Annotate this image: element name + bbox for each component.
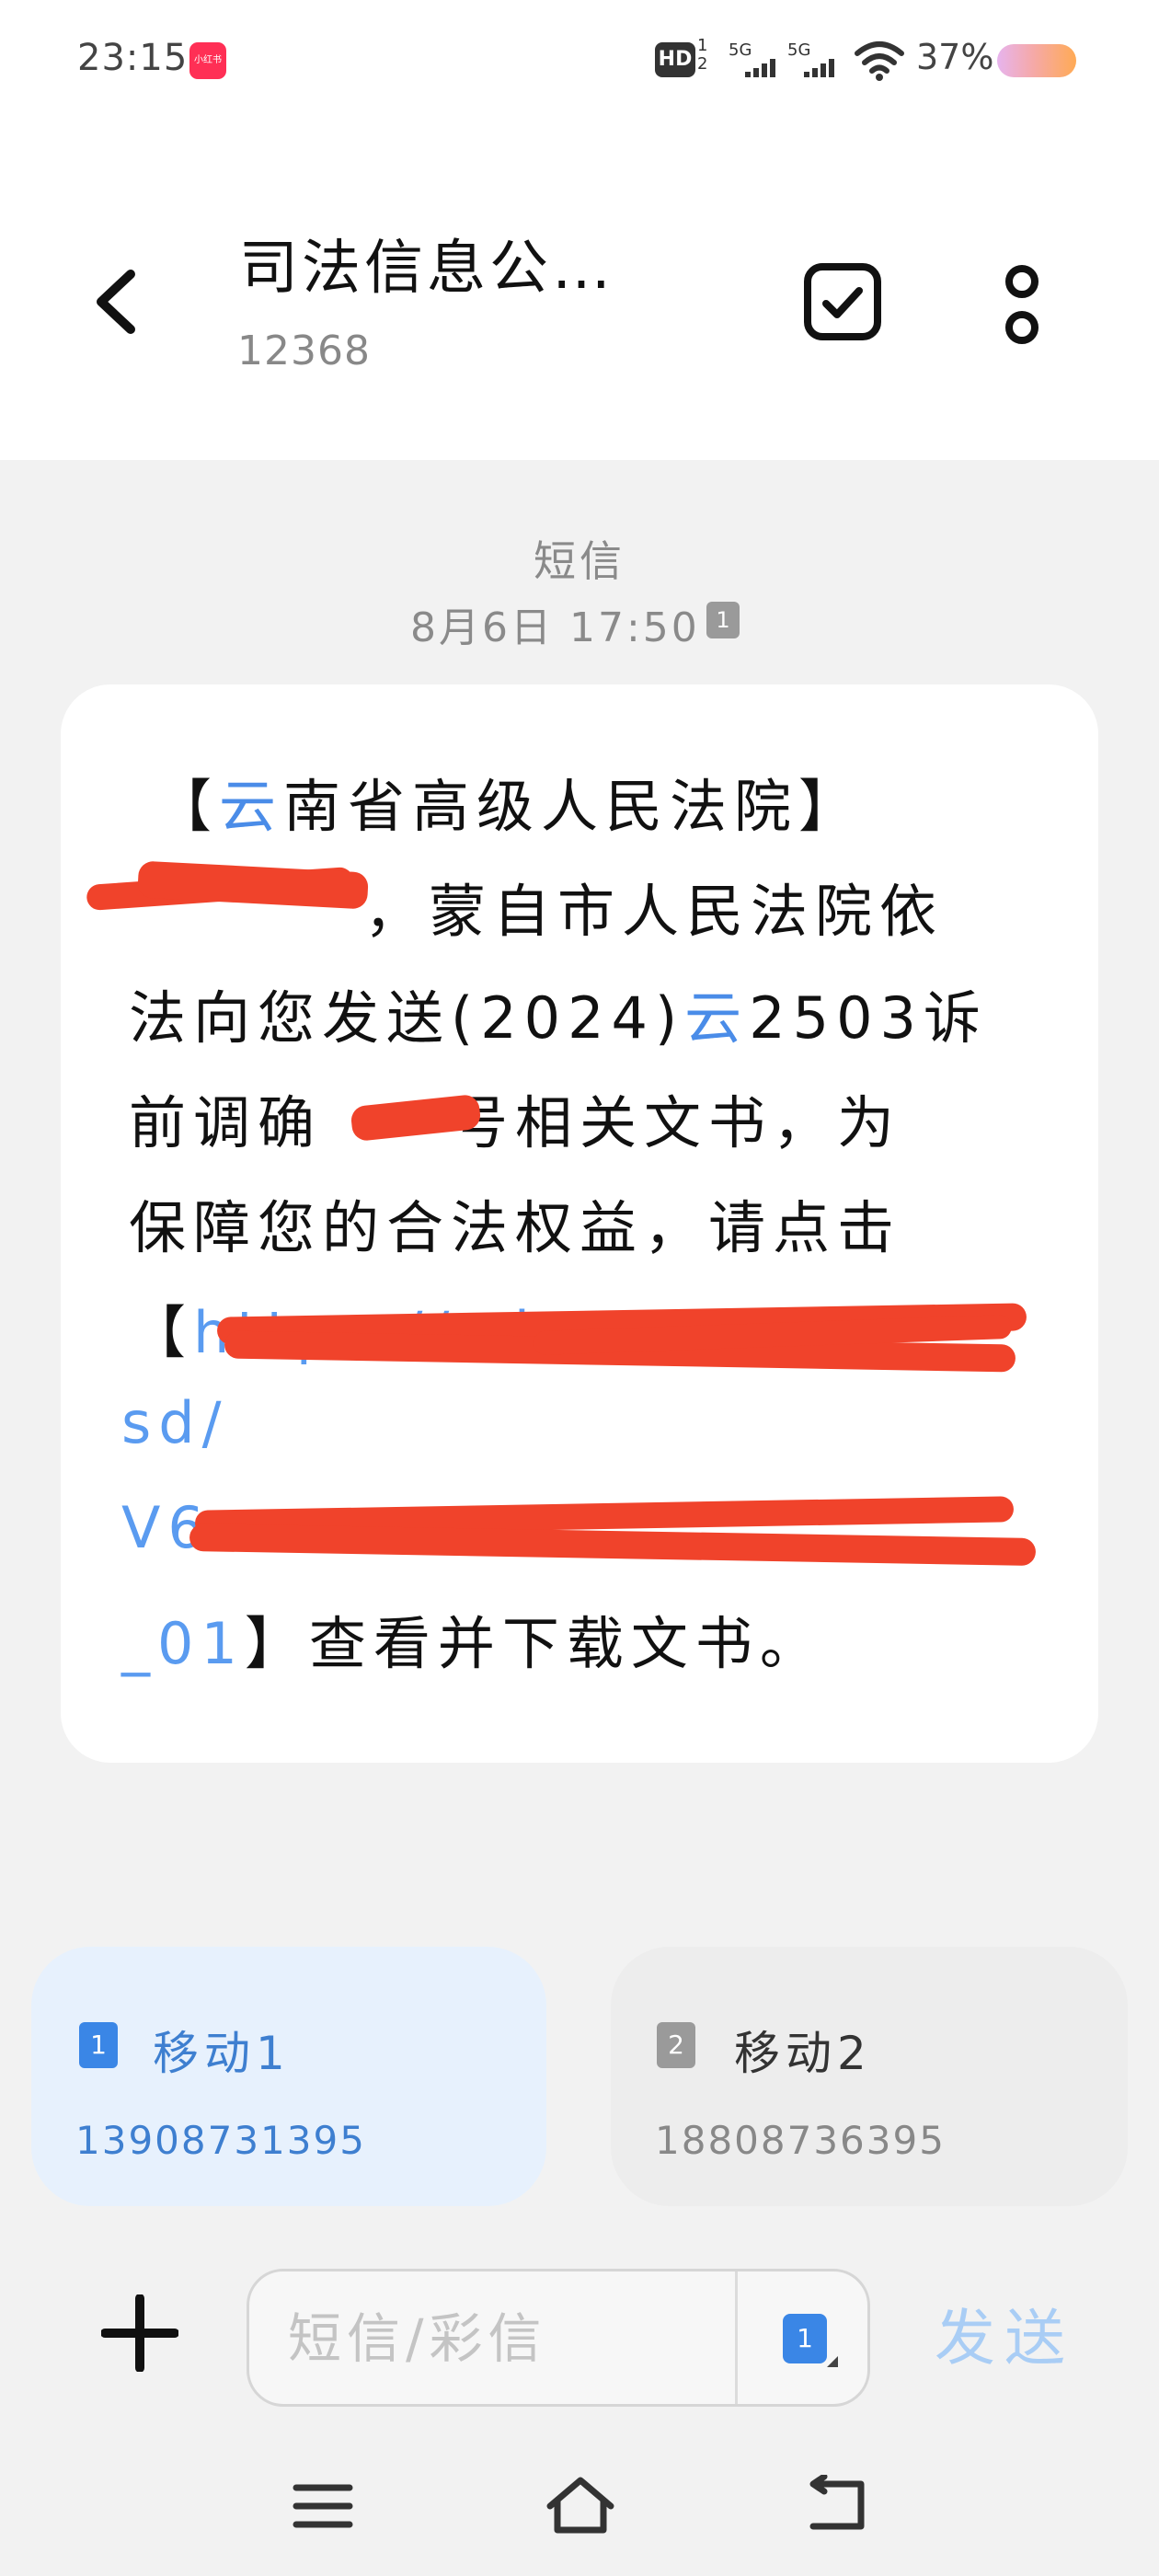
message-link[interactable]: sd/ [121, 1389, 229, 1456]
back-icon[interactable] [806, 2475, 870, 2536]
more-vertical-icon[interactable] [999, 261, 1045, 350]
message-text: 】查看并下载文书。 [244, 1610, 824, 1677]
wifi-icon [855, 41, 904, 81]
sim-card-2[interactable]: 2 移动2 18808736395 [611, 1947, 1128, 2206]
signal2-bars-icon [804, 59, 839, 77]
message-link[interactable]: _01 [121, 1610, 245, 1677]
message-text: 前调确 [129, 1089, 323, 1156]
input-divider [735, 2271, 738, 2404]
sim2-icon: 2 [657, 2022, 695, 2068]
battery-icon [997, 44, 1076, 77]
sim2-name: 移动2 [734, 2027, 872, 2080]
message-timestamp: 8月6日 17:50 [410, 604, 700, 651]
signal2-label: 5G [787, 40, 811, 60]
message-line-2: ，蒙自市人民法院依 [364, 878, 945, 945]
message-highlight[interactable]: 云 [684, 984, 749, 1052]
message-text: 2503诉 [749, 984, 988, 1052]
navigation-bar [0, 2456, 1159, 2576]
hd-voice-icon: HD [655, 42, 695, 77]
message-text: 南省高级人民法院】 [283, 773, 864, 840]
message-line-5: 保障您的合法权益，请点击 [129, 1194, 902, 1261]
back-chevron-icon[interactable] [90, 267, 142, 337]
message-input[interactable] [286, 2303, 768, 2375]
sim1-icon: 1 [79, 2022, 118, 2068]
message-line-1: 【云南省高级人民法院】 [155, 760, 863, 843]
hd-sim-indicator: 12 [697, 36, 708, 74]
plus-icon[interactable] [101, 2294, 178, 2372]
message-line-3: 法向您发送(2024)云2503诉 [129, 972, 988, 1054]
contact-number: 12368 [237, 328, 371, 374]
message-line-4: 前调确 号相关文书，为 [129, 1076, 901, 1159]
message-type-label: 短信 [534, 536, 625, 586]
status-time: 23:15 [77, 37, 189, 79]
home-icon[interactable] [545, 2475, 616, 2536]
message-text: 法向您发送(2024) [129, 984, 685, 1052]
app-notification-icon: 小红书 [189, 42, 226, 79]
send-button[interactable]: 发送 [935, 2289, 1074, 2377]
message-text: 【 [129, 1299, 194, 1366]
message-text: 【 [155, 773, 220, 840]
sim-switch-dropdown-icon [827, 2356, 838, 2367]
sim1-small-icon: 1 [706, 602, 740, 638]
sim-switch-icon[interactable]: 1 [783, 2314, 827, 2363]
message-text: 号相关文书，为 [451, 1089, 902, 1156]
message-highlight[interactable]: 云 [219, 773, 283, 840]
signal1-bars-icon [745, 59, 780, 77]
sim2-number: 18808736395 [655, 2118, 946, 2163]
sim1-number: 13908731395 [75, 2118, 366, 2163]
battery-percent: 37% [916, 37, 994, 77]
message-line-9: _01】查看并下载文书。 [121, 1597, 824, 1680]
menu-icon[interactable] [293, 2480, 353, 2532]
sim-card-1[interactable]: 1 移动1 13908731395 [31, 1947, 546, 2206]
message-input-box: 1 [247, 2269, 870, 2407]
contact-title: 司法信息公… [239, 235, 614, 303]
sim1-name: 移动1 [153, 2027, 291, 2080]
signal1-label: 5G [729, 40, 752, 60]
checkbox-icon[interactable] [802, 261, 883, 342]
